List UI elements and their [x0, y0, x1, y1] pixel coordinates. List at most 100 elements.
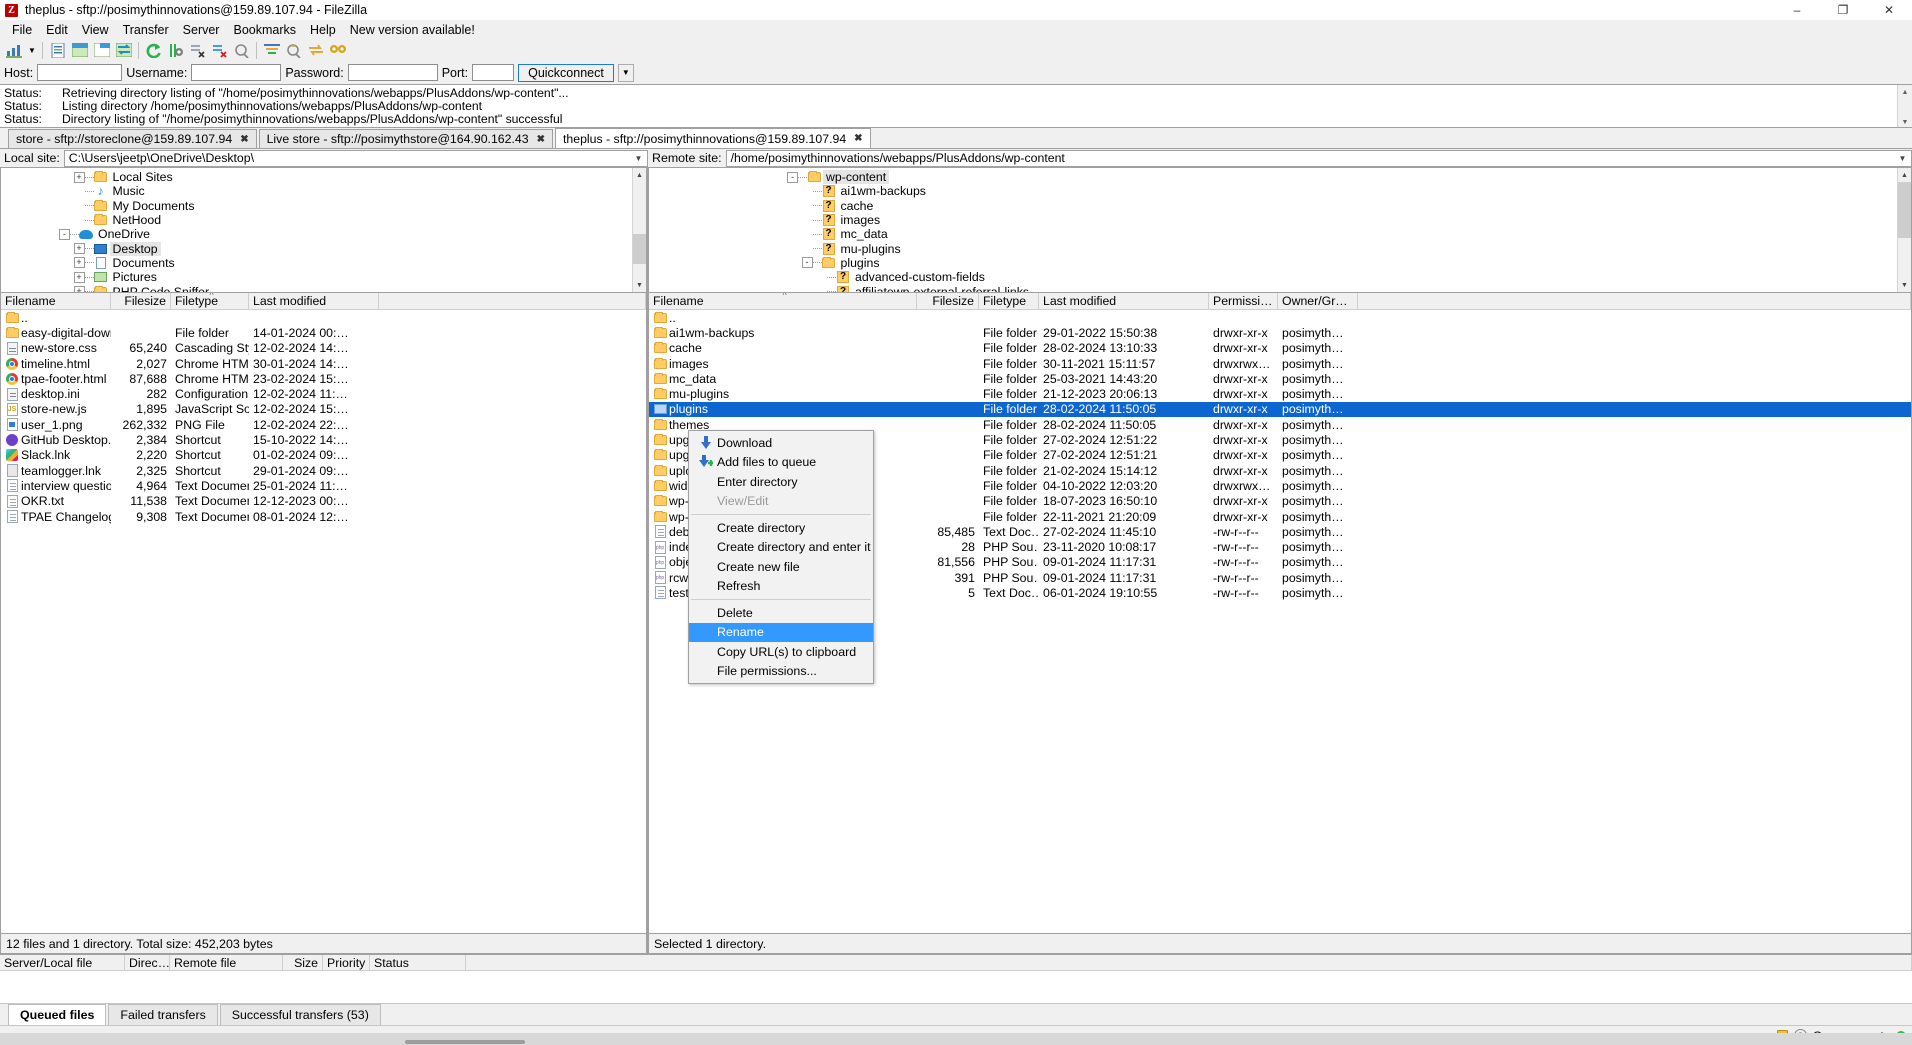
scroll-up-icon[interactable]: ▲ — [1898, 168, 1911, 182]
context-menu-item-create-directory[interactable]: Create directory — [689, 518, 873, 538]
minimize-button[interactable]: – — [1774, 0, 1820, 20]
disconnect-icon[interactable] — [209, 40, 230, 60]
session-tab-theplus[interactable]: theplus - sftp://posimythinnovations@159… — [555, 128, 871, 148]
quickconnect-dropdown-icon[interactable]: ▼ — [618, 64, 634, 82]
column-header-filename[interactable]: Filename ^ — [649, 293, 917, 309]
toggle-remote-tree-icon[interactable] — [91, 40, 112, 60]
tree-item[interactable]: +Pictures — [1, 270, 646, 284]
tree-item[interactable]: +Desktop — [1, 241, 646, 255]
username-input[interactable] — [191, 64, 281, 81]
menu-help[interactable]: Help — [303, 21, 343, 39]
table-row[interactable]: .. — [1, 310, 646, 325]
process-queue-icon[interactable] — [165, 40, 186, 60]
table-row[interactable]: GitHub Desktop.lnk2,384Shortcut15-10-202… — [1, 432, 646, 447]
column-header-owner-group[interactable]: Owner/Gr… — [1278, 293, 1358, 309]
reconnect-icon[interactable] — [231, 40, 252, 60]
menu-new-version-available[interactable]: New version available! — [343, 21, 482, 39]
tree-item[interactable]: -plugins — [729, 256, 1911, 270]
context-menu-item-create-new-file[interactable]: Create new file — [689, 557, 873, 577]
search-remote-files-icon[interactable] — [327, 40, 348, 60]
table-row[interactable]: easy-digital-downl…File folder14-01-2024… — [1, 325, 646, 340]
chevron-down-icon[interactable]: ▼ — [1896, 152, 1909, 165]
remote-site-path-input[interactable]: /home/posimythinnovations/webapps/PlusAd… — [726, 150, 1912, 167]
tree-item[interactable]: -OneDrive — [1, 227, 646, 241]
tree-item[interactable]: ?mc_data — [729, 227, 1911, 241]
tree-item[interactable]: ?advanced-custom-fields — [729, 270, 1911, 284]
column-header-last-modified[interactable]: Last modified — [1039, 293, 1209, 309]
toggle-transfer-queue-icon[interactable] — [113, 40, 134, 60]
queue-column-status[interactable]: Status — [370, 955, 466, 970]
close-icon[interactable]: ✖ — [854, 133, 862, 144]
tab-failed-transfers[interactable]: Failed transfers — [108, 1004, 217, 1025]
context-menu-item-refresh[interactable]: Refresh — [689, 577, 873, 597]
expand-icon[interactable]: + — [74, 257, 85, 268]
table-row[interactable]: TPAE Changelog.txt9,308Text Document08-0… — [1, 509, 646, 524]
collapse-icon[interactable]: - — [802, 257, 813, 268]
table-row[interactable]: new-store.css65,240Cascading Styl…12-02-… — [1, 341, 646, 356]
table-row[interactable]: cacheFile folder28-02-2024 13:10:33drwxr… — [649, 341, 1911, 356]
password-input[interactable] — [348, 64, 438, 81]
table-row[interactable]: teamlogger.lnk2,325Shortcut29-01-2024 09… — [1, 463, 646, 478]
queue-column-size[interactable]: Size — [283, 955, 323, 970]
table-row[interactable]: interview question.txt4,964Text Document… — [1, 478, 646, 493]
tab-successful-transfers[interactable]: Successful transfers (53) — [220, 1004, 381, 1025]
remote-tree-scrollbar[interactable]: ▲ ▼ — [1897, 168, 1911, 292]
port-input[interactable] — [472, 64, 514, 81]
table-row[interactable]: mc_dataFile folder25-03-2021 14:43:20drw… — [649, 371, 1911, 386]
scroll-thumb[interactable] — [633, 234, 647, 264]
tree-item[interactable]: ?affiliatewp-external-referral-links — [729, 284, 1911, 293]
close-icon[interactable]: ✖ — [537, 134, 545, 145]
scroll-up-icon[interactable]: ▲ — [633, 168, 646, 182]
expand-icon[interactable]: + — [74, 272, 85, 283]
scroll-up-icon[interactable]: ▲ — [1898, 85, 1912, 99]
session-tab-store[interactable]: store - sftp://storeclone@159.89.107.94 … — [8, 129, 257, 148]
context-menu-item-copy-url-s-to-clipboard[interactable]: Copy URL(s) to clipboard — [689, 642, 873, 662]
column-header-filename[interactable]: Filename — [1, 293, 111, 309]
tree-item[interactable]: ?images — [729, 213, 1911, 227]
synchronized-browsing-icon[interactable] — [305, 40, 326, 60]
site-manager-dropdown-icon[interactable]: ▼ — [26, 40, 38, 60]
context-menu-item-add-files-to-queue[interactable]: Add files to queue — [689, 453, 873, 473]
tree-item[interactable]: +Local Sites — [1, 170, 646, 184]
menu-bookmarks[interactable]: Bookmarks — [226, 21, 303, 39]
collapse-icon[interactable]: - — [787, 172, 798, 183]
scroll-track[interactable] — [633, 182, 646, 278]
maximize-button[interactable]: ❐ — [1820, 0, 1866, 20]
site-manager-icon[interactable] — [4, 40, 25, 60]
tree-item[interactable]: NetHood — [1, 213, 646, 227]
menu-edit[interactable]: Edit — [39, 21, 75, 39]
queue-column-direction[interactable]: Direc… — [125, 955, 170, 970]
context-menu-item-file-permissions[interactable]: File permissions... — [689, 662, 873, 682]
tree-item[interactable]: ♪Music — [1, 184, 646, 198]
table-row[interactable]: desktop.ini282Configuration …12-02-2024 … — [1, 386, 646, 401]
close-icon[interactable]: ✖ — [240, 134, 248, 145]
filter-icon[interactable] — [261, 40, 282, 60]
table-row[interactable]: OKR.txt11,538Text Document12-12-2023 00:… — [1, 494, 646, 509]
local-tree-scrollbar[interactable]: ▲ ▼ — [632, 168, 646, 292]
context-menu-item-enter-directory[interactable]: Enter directory — [689, 472, 873, 492]
tree-item[interactable]: ?cache — [729, 199, 1911, 213]
scroll-thumb[interactable] — [1898, 182, 1912, 238]
tree-item[interactable]: -wp-content — [729, 170, 1911, 184]
tree-item[interactable]: ?ai1wm-backups — [729, 184, 1911, 198]
table-row[interactable]: mu-pluginsFile folder21-12-2023 20:06:13… — [649, 386, 1911, 401]
quickconnect-button[interactable]: Quickconnect — [518, 64, 614, 82]
context-menu-item-create-directory-and-enter-it[interactable]: Create directory and enter it — [689, 538, 873, 558]
transfer-queue-body[interactable] — [0, 971, 1912, 1003]
table-row[interactable]: pluginsFile folder28-02-2024 11:50:05drw… — [649, 402, 1911, 417]
menu-file[interactable]: File — [5, 21, 39, 39]
queue-column-server-local-file[interactable]: Server/Local file — [0, 955, 125, 970]
local-file-list[interactable]: Filename Filesize Filetype ^ Last modifi… — [0, 293, 647, 934]
expand-icon[interactable]: + — [74, 243, 85, 254]
cancel-current-operation-icon[interactable] — [187, 40, 208, 60]
toggle-message-log-icon[interactable] — [47, 40, 68, 60]
column-header-permissions[interactable]: Permissi… — [1209, 293, 1278, 309]
table-row[interactable]: tpae-footer.html87,688Chrome HTML …23-02… — [1, 371, 646, 386]
scroll-down-icon[interactable]: ▼ — [633, 278, 646, 292]
context-menu-item-download[interactable]: Download — [689, 433, 873, 453]
remote-file-context-menu[interactable]: DownloadAdd files to queueEnter director… — [688, 430, 874, 684]
scroll-down-icon[interactable]: ▼ — [1898, 278, 1911, 292]
context-menu-item-delete[interactable]: Delete — [689, 603, 873, 623]
message-log-scrollbar[interactable]: ▲ ▼ — [1897, 85, 1912, 127]
tree-item[interactable]: +PHP Code Sniffer — [1, 284, 646, 293]
